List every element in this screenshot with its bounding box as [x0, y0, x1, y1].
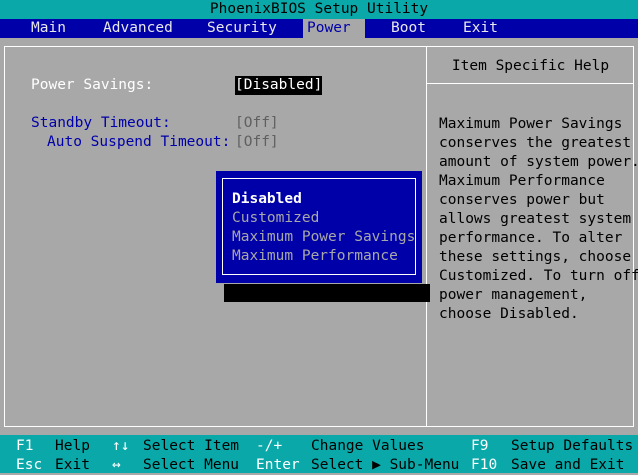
tab-power[interactable]: Power	[303, 19, 365, 38]
key-f10-desc: Save and Exit	[511, 457, 625, 473]
option-disabled[interactable]: Disabled	[232, 190, 302, 209]
key-f9-desc: Setup Defaults	[511, 438, 634, 454]
key-arrows-updown-desc: Select Item	[143, 438, 240, 454]
tab-security[interactable]: Security	[203, 19, 281, 38]
panel-divider	[426, 46, 427, 427]
key-f1: F1	[16, 438, 34, 454]
auto-suspend-timeout-value[interactable]: [Off]	[235, 133, 279, 152]
key-f1-desc: Help	[55, 438, 90, 454]
title-bar: PhoenixBIOS Setup Utility	[0, 0, 638, 19]
key-esc-desc: Exit	[55, 457, 90, 473]
help-title: Item Specific Help	[451, 58, 610, 74]
standby-timeout-label: Standby Timeout:	[31, 115, 171, 131]
help-text: Maximum Power Savings conserves the grea…	[439, 116, 638, 322]
key-minus-plus: -/+	[256, 438, 283, 454]
tab-boot[interactable]: Boot	[387, 19, 430, 38]
key-enter: Enter	[256, 457, 300, 473]
option-maximum-power-savings[interactable]: Maximum Power Savings	[232, 228, 415, 247]
key-enter-desc: Select ▶ Sub-Menu	[311, 457, 460, 473]
auto-suspend-timeout-label: Auto Suspend Timeout:	[47, 134, 231, 150]
key-arrows-leftright-desc: Select Menu	[143, 457, 240, 473]
key-help-bar: F1 Help ↑↓ Select Item -/+ Change Values…	[0, 435, 638, 473]
key-f10: F10	[471, 457, 498, 473]
option-customized[interactable]: Customized	[232, 209, 319, 228]
help-separator	[427, 83, 634, 84]
power-savings-value[interactable]: [Disabled]	[235, 76, 323, 95]
power-savings-label: Power Savings:	[31, 77, 154, 93]
menu-bar: Main Advanced Security Power Boot Exit	[0, 19, 638, 38]
key-minus-plus-desc: Change Values	[311, 438, 425, 454]
key-arrows-updown: ↑↓	[112, 438, 130, 454]
key-esc: Esc	[16, 457, 43, 473]
app-title: PhoenixBIOS Setup Utility	[209, 1, 429, 17]
key-f9: F9	[471, 438, 489, 454]
key-arrows-leftright: ↔	[112, 457, 121, 473]
tab-exit[interactable]: Exit	[459, 19, 502, 38]
standby-timeout-value[interactable]: [Off]	[235, 114, 279, 133]
option-maximum-performance[interactable]: Maximum Performance	[232, 247, 398, 266]
tab-advanced[interactable]: Advanced	[99, 19, 177, 38]
popup-shadow	[224, 284, 430, 302]
tab-main[interactable]: Main	[27, 19, 70, 38]
